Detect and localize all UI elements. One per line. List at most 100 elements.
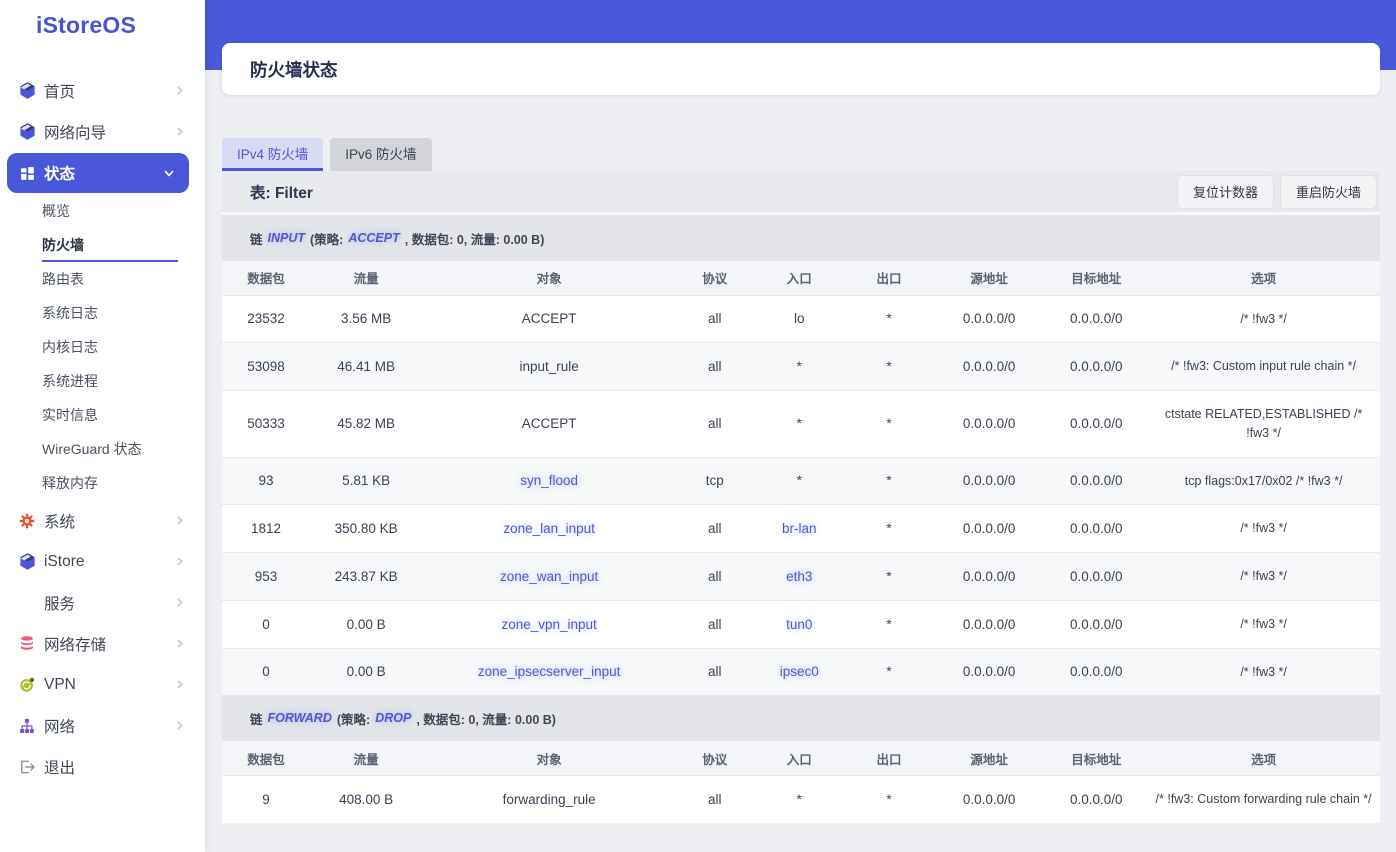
in-interface-cell: * <box>754 391 845 458</box>
syn_flood-link[interactable]: syn_flood <box>520 473 578 488</box>
sidebar-subitem-overview[interactable]: 概览 <box>0 194 205 228</box>
sidebar-item-network-storage[interactable]: 网络存储 <box>0 623 205 664</box>
source-cell: 0.0.0.0/0 <box>933 648 1045 695</box>
table-title: 表: Filter <box>250 181 1170 203</box>
chevron-right-icon <box>174 556 185 567</box>
source-cell: 0.0.0.0/0 <box>933 553 1045 601</box>
chevron-right-icon <box>174 597 185 608</box>
chain-name-forward: FORWARD <box>268 711 332 725</box>
sidebar-item-status[interactable]: 状态 <box>7 153 189 193</box>
sidebar-item-network[interactable]: 网络 <box>0 705 205 746</box>
traffic-cell: 5.81 KB <box>310 457 422 505</box>
in-interface-cell: ipsec0 <box>754 648 845 695</box>
tab-ipv4-firewall[interactable]: IPv4 防火墙 <box>222 138 323 171</box>
protocol-cell: all <box>676 505 754 553</box>
eth3-link[interactable]: eth3 <box>786 569 812 584</box>
col-options: 选项 <box>1147 741 1380 775</box>
zone_ipsecserver_input-link[interactable]: zone_ipsecserver_input <box>478 664 621 679</box>
packets-cell: 50333 <box>222 391 310 458</box>
target-cell: syn_flood <box>422 457 676 505</box>
zone_vpn_input-link[interactable]: zone_vpn_input <box>501 617 596 632</box>
target-cell: zone_ipsecserver_input <box>422 648 676 695</box>
sidebar-item-label: iStore <box>44 553 174 571</box>
packets-cell: 9 <box>222 775 310 822</box>
col-source: 源地址 <box>933 261 1045 295</box>
options-cell: /* !fw3 */ <box>1147 295 1380 343</box>
out-interface-cell: * <box>845 648 933 695</box>
packets-cell: 953 <box>222 553 310 601</box>
sidebar-subitem-system-log[interactable]: 系统日志 <box>0 296 205 330</box>
chevron-right-icon <box>174 126 185 137</box>
table-row: 00.00 Bzone_vpn_inputalltun0*0.0.0.0/00.… <box>222 600 1380 648</box>
source-cell: 0.0.0.0/0 <box>933 343 1045 391</box>
destination-cell: 0.0.0.0/0 <box>1045 505 1147 553</box>
sidebar-subitem-wireguard[interactable]: WireGuard 状态 <box>0 432 205 466</box>
sidebar-item-services[interactable]: 服务 <box>0 582 205 623</box>
in-interface-cell: lo <box>754 295 845 343</box>
reset-counters-button[interactable]: 复位计数器 <box>1178 176 1273 208</box>
sidebar-subitem-kernel-log[interactable]: 内核日志 <box>0 330 205 364</box>
traffic-cell: 408.00 B <box>310 775 422 822</box>
traffic-cell: 45.82 MB <box>310 391 422 458</box>
source-cell: 0.0.0.0/0 <box>933 505 1045 553</box>
tun0-link[interactable]: tun0 <box>786 617 812 632</box>
table-header-row: 数据包 流量 对象 协议 入口 出口 源地址 目标地址 选项 <box>222 261 1380 295</box>
target-cell: forwarding_rule <box>422 775 676 822</box>
forward-chain-table: 数据包 流量 对象 协议 入口 出口 源地址 目标地址 选项 9408.00 B… <box>222 741 1380 822</box>
options-cell: ctstate RELATED,ESTABLISHED /* !fw3 */ <box>1147 391 1380 458</box>
in-interface-cell: tun0 <box>754 600 845 648</box>
sidebar-subitem-free-memory[interactable]: 释放内存 <box>0 466 205 500</box>
sidebar-item-vpn[interactable]: VPN <box>0 664 205 705</box>
table-row: 953243.87 KBzone_wan_inputalleth3*0.0.0.… <box>222 553 1380 601</box>
out-interface-cell: * <box>845 343 933 391</box>
destination-cell: 0.0.0.0/0 <box>1045 648 1147 695</box>
packets-cell: 53098 <box>222 343 310 391</box>
logout-icon <box>17 757 37 777</box>
tab-ipv6-firewall[interactable]: IPv6 防火墙 <box>330 138 431 171</box>
restart-firewall-button[interactable]: 重启防火墙 <box>1281 176 1376 208</box>
policy-label: (策略: <box>310 229 343 248</box>
sidebar-item-logout[interactable]: 退出 <box>0 746 205 787</box>
destination-cell: 0.0.0.0/0 <box>1045 775 1147 822</box>
sidebar-item-system[interactable]: 系统 <box>0 500 205 541</box>
traffic-cell: 0.00 B <box>310 600 422 648</box>
out-interface-cell: * <box>845 553 933 601</box>
chain-forward-bar: 链 FORWARD (策略: DROP , 数据包: 0, 流量: 0.00 B… <box>222 695 1380 741</box>
policy-label: (策略: <box>337 709 370 728</box>
zone_wan_input-link[interactable]: zone_wan_input <box>500 569 598 584</box>
col-protocol: 协议 <box>676 261 754 295</box>
cube-icon <box>17 552 37 572</box>
sidebar-subitem-routes[interactable]: 路由表 <box>0 262 205 296</box>
source-cell: 0.0.0.0/0 <box>933 600 1045 648</box>
chevron-right-icon <box>174 720 185 731</box>
ipsec0-link[interactable]: ipsec0 <box>780 664 819 679</box>
target-cell: zone_lan_input <box>422 505 676 553</box>
in-interface-cell: * <box>754 775 845 822</box>
traffic-cell: 46.41 MB <box>310 343 422 391</box>
input-chain-table: 数据包 流量 对象 协议 入口 出口 源地址 目标地址 选项 235323.56… <box>222 261 1380 695</box>
protocol-cell: all <box>676 553 754 601</box>
sidebar-subitem-firewall[interactable]: 防火墙 <box>0 228 205 262</box>
options-cell: /* !fw3 */ <box>1147 505 1380 553</box>
icon-placeholder <box>17 593 37 613</box>
br-lan-link[interactable]: br-lan <box>782 521 817 536</box>
sidebar-subitem-processes[interactable]: 系统进程 <box>0 364 205 398</box>
col-out: 出口 <box>845 741 933 775</box>
grid-icon <box>17 163 37 183</box>
sidebar-item-istore[interactable]: iStore <box>0 541 205 582</box>
in-interface-cell: * <box>754 343 845 391</box>
target-cell: ACCEPT <box>422 391 676 458</box>
protocol-cell: all <box>676 600 754 648</box>
sidebar-item-label: 网络存储 <box>44 633 174 655</box>
zone_lan_input-link[interactable]: zone_lan_input <box>503 521 595 536</box>
database-icon <box>17 634 37 654</box>
sidebar-item-network-wizard[interactable]: 网络向导 <box>0 111 205 152</box>
options-cell: tcp flags:0x17/0x02 /* !fw3 */ <box>1147 457 1380 505</box>
destination-cell: 0.0.0.0/0 <box>1045 343 1147 391</box>
traffic-cell: 3.56 MB <box>310 295 422 343</box>
sidebar-item-home[interactable]: 首页 <box>0 70 205 111</box>
table-row: 5033345.82 MBACCEPTall**0.0.0.0/00.0.0.0… <box>222 391 1380 458</box>
sidebar-subitem-realtime[interactable]: 实时信息 <box>0 398 205 432</box>
destination-cell: 0.0.0.0/0 <box>1045 457 1147 505</box>
chain-stats: , 数据包: 0, 流量: 0.00 B) <box>405 229 545 248</box>
